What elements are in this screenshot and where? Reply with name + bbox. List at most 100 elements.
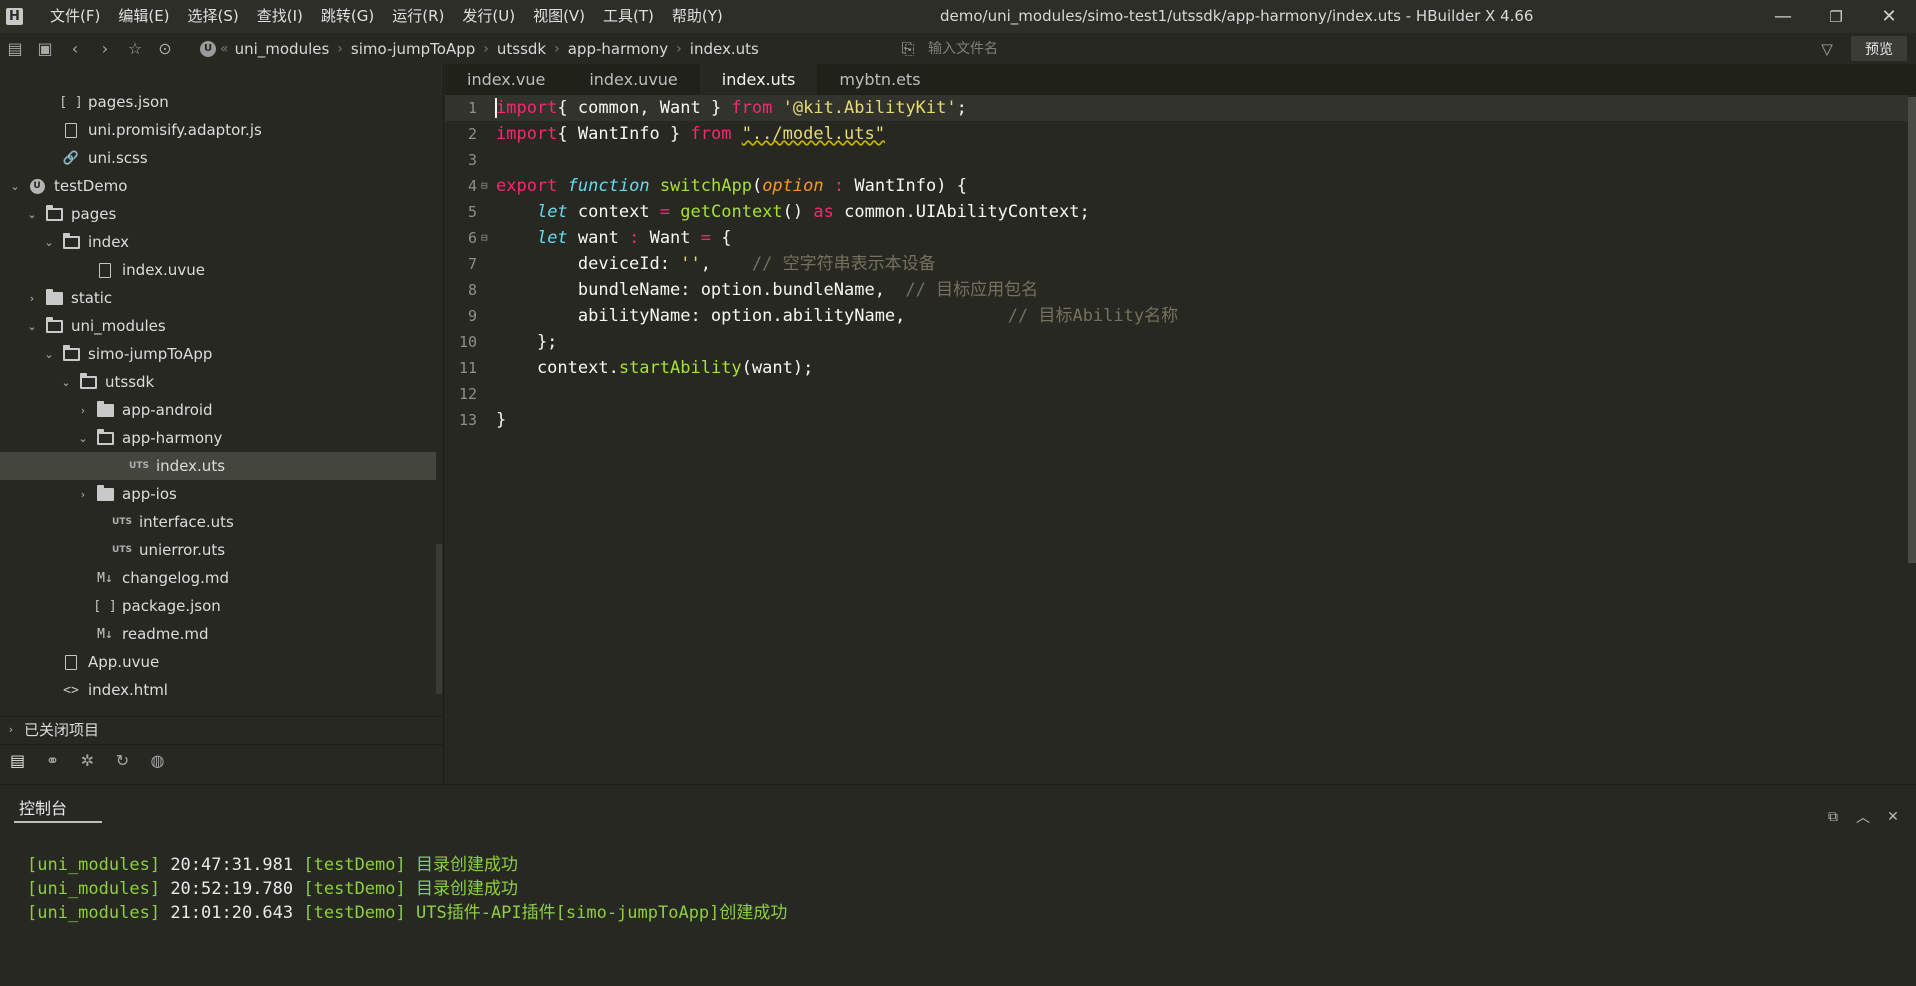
code-line[interactable]: 13} bbox=[445, 407, 1908, 433]
code-line[interactable]: 7 deviceId: '', // 空字符串表示本设备 bbox=[445, 251, 1908, 277]
menu-item[interactable]: 帮助(Y) bbox=[663, 0, 732, 33]
chevron-down-icon[interactable]: ⌄ bbox=[8, 179, 22, 193]
tree-item[interactable]: › app-ios bbox=[0, 480, 436, 508]
tree-item[interactable]: ⌄ app-harmony bbox=[0, 424, 436, 452]
tree-item[interactable]: ›M↓changelog.md bbox=[0, 564, 436, 592]
editor-tab[interactable]: index.uts bbox=[699, 64, 818, 95]
fold-toggle-icon[interactable]: ⊟ bbox=[481, 173, 488, 199]
chevron-down-icon[interactable]: ⌄ bbox=[42, 347, 56, 361]
run-icon[interactable]: ⊙ bbox=[150, 33, 180, 64]
chevron-down-icon[interactable]: ⌄ bbox=[42, 235, 56, 249]
tree-item[interactable]: ⌄ index bbox=[0, 228, 436, 256]
chevron-right-icon[interactable]: › bbox=[25, 291, 39, 305]
chevron-down-icon[interactable]: ⌄ bbox=[59, 375, 73, 389]
tree-item[interactable]: ›<>index.html bbox=[0, 676, 436, 704]
console-line: [uni_modules] 20:47:31.981 [testDemo] 目录… bbox=[27, 853, 787, 877]
forward-arrow-icon[interactable]: › bbox=[90, 33, 120, 64]
breadcrumb-item[interactable]: utssdk bbox=[497, 40, 546, 58]
bookmark-star-icon[interactable]: ☆ bbox=[120, 33, 150, 64]
new-file-icon[interactable]: ▤ bbox=[0, 33, 30, 64]
code-token: }; bbox=[496, 332, 558, 352]
breadcrumb-item[interactable]: uni_modules bbox=[235, 40, 330, 58]
preview-button[interactable]: 预览 bbox=[1851, 36, 1907, 61]
closed-projects-row[interactable]: › 已关闭项目 bbox=[0, 716, 443, 742]
tree-item[interactable]: ⌄ UtestDemo bbox=[0, 172, 436, 200]
chevron-down-icon[interactable]: ⌄ bbox=[25, 207, 39, 221]
tree-item[interactable]: ›UTSinterface.uts bbox=[0, 508, 436, 536]
history-icon[interactable]: ↻ bbox=[105, 746, 140, 776]
code-line[interactable]: 4 ⊟ export function switchApp(option : Wan… bbox=[445, 173, 1908, 199]
menu-item[interactable]: 文件(F) bbox=[41, 0, 109, 33]
tree-item[interactable]: ›uni.promisify.adaptor.js bbox=[0, 116, 436, 144]
tree-item[interactable]: ›[ ]package.json bbox=[0, 592, 436, 620]
restore-button[interactable]: ❐ bbox=[1813, 0, 1859, 33]
code-text: import{ WantInfo } from "../model.uts" bbox=[496, 121, 885, 147]
editor-tab[interactable]: index.uvue bbox=[567, 64, 699, 95]
console-close-icon[interactable]: ✕ bbox=[1882, 807, 1904, 827]
close-button[interactable]: ✕ bbox=[1866, 0, 1912, 33]
tree-item[interactable]: › app-android bbox=[0, 396, 436, 424]
editor-tab[interactable]: mybtn.ets bbox=[817, 64, 942, 95]
file-search-input[interactable] bbox=[928, 40, 1328, 57]
console-maximize-icon[interactable]: ︿ bbox=[1852, 807, 1874, 827]
code-line[interactable]: 9 abilityName: option.abilityName, // 目标… bbox=[445, 303, 1908, 329]
breadcrumb-item[interactable]: app-harmony bbox=[568, 40, 668, 58]
breadcrumb-item[interactable]: index.uts bbox=[690, 40, 759, 58]
code-line[interactable]: 8 bundleName: option.bundleName, // 目标应用… bbox=[445, 277, 1908, 303]
editor-scrollbar[interactable] bbox=[1908, 97, 1916, 563]
chevron-right-icon[interactable]: › bbox=[76, 487, 90, 501]
tree-item[interactable]: ⌄ pages bbox=[0, 200, 436, 228]
tree-item-label: changelog.md bbox=[122, 569, 229, 587]
menu-item[interactable]: 选择(S) bbox=[179, 0, 248, 33]
code-line[interactable]: 2 import{ WantInfo } from "../model.uts" bbox=[445, 121, 1908, 147]
sidebar-scrollbar[interactable] bbox=[436, 544, 442, 694]
minimize-button[interactable]: — bbox=[1760, 0, 1806, 33]
tree-item[interactable]: ⌄ utssdk bbox=[0, 368, 436, 396]
fold-toggle-icon[interactable]: ⊟ bbox=[481, 225, 488, 251]
tree-item[interactable]: ⌄ simo-jumpToApp bbox=[0, 340, 436, 368]
tree-item[interactable]: ›UTSunierror.uts bbox=[0, 536, 436, 564]
binoculars-icon[interactable]: ⚭ bbox=[35, 746, 70, 776]
console-clear-icon[interactable]: ⧉ bbox=[1822, 807, 1844, 827]
filter-icon[interactable]: ▽ bbox=[1812, 33, 1842, 64]
tree-item[interactable]: › static bbox=[0, 284, 436, 312]
chevron-down-icon[interactable]: ⌄ bbox=[25, 319, 39, 333]
tree-item[interactable]: ›App.uvue bbox=[0, 648, 436, 676]
menu-item[interactable]: 跳转(G) bbox=[312, 0, 383, 33]
bracket-icon: [ ] bbox=[93, 598, 117, 614]
tree-item[interactable]: ›UTSmain.uts bbox=[0, 704, 436, 710]
menu-item[interactable]: 视图(V) bbox=[524, 0, 594, 33]
code-editor[interactable]: 1 import{ common, Want } from '@kit.Abili… bbox=[445, 95, 1908, 784]
chevron-right-icon[interactable]: › bbox=[76, 403, 90, 417]
palette-icon[interactable]: ◍ bbox=[140, 746, 175, 776]
code-line[interactable]: 5 let context = getContext() as common.U… bbox=[445, 199, 1908, 225]
project-manager-icon[interactable]: ▤ bbox=[0, 746, 35, 776]
tree-item[interactable]: ›UTSindex.uts bbox=[0, 452, 436, 480]
editor-tab[interactable]: index.vue bbox=[445, 64, 567, 95]
menu-item[interactable]: 查找(I) bbox=[248, 0, 312, 33]
tree-item[interactable]: ⌄ uni_modules bbox=[0, 312, 436, 340]
tree-item[interactable]: ›M↓readme.md bbox=[0, 620, 436, 648]
menu-item[interactable]: 运行(R) bbox=[383, 0, 453, 33]
tree-item[interactable]: ›🔗uni.scss bbox=[0, 144, 436, 172]
menu-item[interactable]: 工具(T) bbox=[594, 0, 663, 33]
code-token: () bbox=[782, 202, 814, 222]
menu-item[interactable]: 编辑(E) bbox=[109, 0, 178, 33]
menu-item[interactable]: 发行(U) bbox=[453, 0, 524, 33]
tree-item[interactable]: ›index.uvue bbox=[0, 256, 436, 284]
file-icon bbox=[62, 122, 80, 138]
code-line[interactable]: 11 context.startAbility(want); bbox=[445, 355, 1908, 381]
console-tab[interactable]: 控制台 bbox=[14, 795, 102, 823]
back-arrow-icon[interactable]: ‹ bbox=[60, 33, 90, 64]
tree-item[interactable]: ›[ ]pages.json bbox=[0, 88, 436, 116]
code-line[interactable]: 1 import{ common, Want } from '@kit.Abili… bbox=[445, 95, 1908, 121]
bug-icon[interactable]: ✲ bbox=[70, 746, 105, 776]
code-line[interactable]: 3 bbox=[445, 147, 1908, 173]
code-line[interactable]: 10 }; bbox=[445, 329, 1908, 355]
chevron-right-icon: › bbox=[554, 40, 560, 57]
code-line[interactable]: 6 ⊟ let want : Want = { bbox=[445, 225, 1908, 251]
breadcrumb-item[interactable]: simo-jumpToApp bbox=[351, 40, 475, 58]
code-line[interactable]: 12 bbox=[445, 381, 1908, 407]
save-icon[interactable]: ▣ bbox=[30, 33, 60, 64]
chevron-down-icon[interactable]: ⌄ bbox=[76, 431, 90, 445]
